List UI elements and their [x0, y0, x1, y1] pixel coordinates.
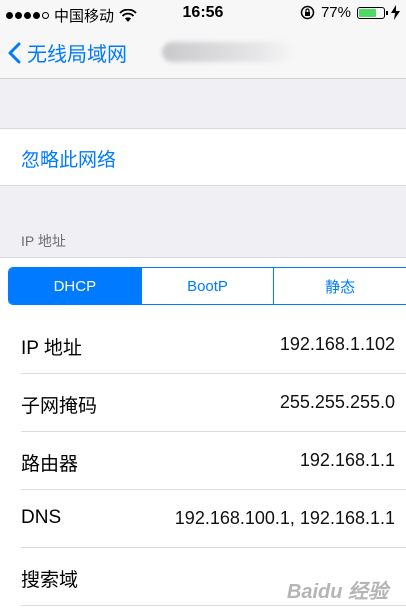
- battery-percent: 77%: [320, 4, 351, 21]
- status-bar: 中国移动 16:56 77%: [0, 0, 406, 28]
- row-label: 路由器: [21, 454, 79, 475]
- back-button[interactable]: 无线局域网: [8, 38, 127, 67]
- row-label: 搜索域: [21, 570, 79, 591]
- battery-icon: [357, 6, 388, 19]
- ip-settings-group: DHCP BootP 静态 IP 地址 192.168.1.102 子网掩码 2…: [0, 257, 406, 611]
- row-value: 192.168.1.1: [299, 450, 395, 470]
- ip-mode-segmented-control[interactable]: DHCP BootP 静态: [8, 267, 406, 305]
- battery-level-fill: [359, 8, 376, 17]
- charging-bolt-icon: [391, 5, 400, 20]
- row-value: 192.168.100.1, 192.168.1.1: [174, 508, 395, 528]
- segment-bootp[interactable]: BootP: [142, 268, 275, 304]
- status-right: 77%: [300, 4, 400, 21]
- watermark: Baidu 经验: [286, 581, 388, 603]
- blurred-network-name: [162, 42, 297, 62]
- row-subnet-mask: 子网掩码 255.255.255.0: [21, 374, 406, 432]
- row-label: DNS: [21, 507, 62, 528]
- row-dns: DNS 192.168.100.1, 192.168.1.1: [21, 490, 406, 548]
- segment-static[interactable]: 静态: [274, 268, 406, 304]
- segment-dhcp[interactable]: DHCP: [9, 268, 142, 304]
- back-label: 无线局域网: [27, 44, 127, 66]
- navigation-bar: 无线局域网: [0, 28, 406, 79]
- orientation-lock-icon: [300, 5, 315, 20]
- row-label: 子网掩码: [21, 396, 98, 417]
- forget-network-button[interactable]: 忽略此网络: [21, 145, 116, 172]
- row-value: 192.168.1.102: [279, 334, 395, 354]
- ip-section-header: IP 地址: [21, 233, 66, 249]
- chevron-left-icon: [8, 42, 21, 63]
- row-label: IP 地址: [21, 338, 82, 359]
- row-ip-address: IP 地址 192.168.1.102: [21, 316, 406, 374]
- forget-network-cell[interactable]: 忽略此网络: [0, 128, 406, 186]
- row-value: 255.255.255.0: [279, 392, 395, 412]
- row-router: 路由器 192.168.1.1: [21, 432, 406, 490]
